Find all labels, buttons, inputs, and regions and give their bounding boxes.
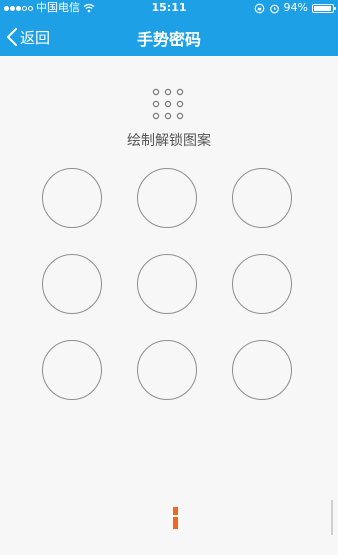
edge-divider [331,500,333,535]
pattern-node-8[interactable] [137,340,197,400]
pattern-node-7[interactable] [42,340,102,400]
pattern-node-6[interactable] [232,254,292,314]
pattern-node-5[interactable] [137,254,197,314]
pattern-node-4[interactable] [42,254,102,314]
pattern-node-2[interactable] [137,168,197,228]
gesture-pattern-grid[interactable] [0,0,338,555]
pattern-node-1[interactable] [42,168,102,228]
pattern-node-9[interactable] [232,340,292,400]
pattern-node-3[interactable] [232,168,292,228]
orange-marker [172,507,179,529]
